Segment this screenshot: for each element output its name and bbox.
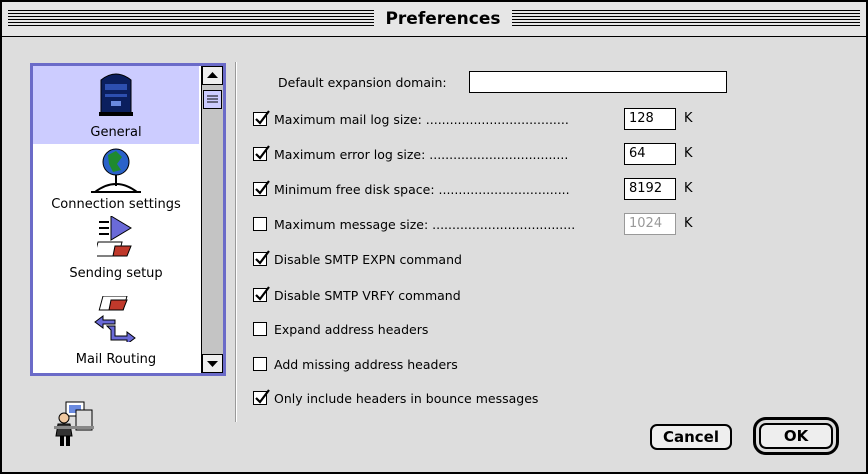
preferences-window: Preferences General Connection settings [0,0,868,474]
arrow-down-icon [207,361,218,367]
checkmark-icon [255,110,270,125]
checkmark-icon [255,250,270,265]
globe-network-icon [91,148,141,193]
max-message-size-label: Maximum message size: ..................… [274,217,576,232]
sidebar-item-mail-routing[interactable]: Mail Routing [33,292,199,373]
checkmark-icon [255,180,270,195]
sidebar-item-label: General [90,125,142,140]
bounce-headers-label: Only include headers in bounce messages [274,391,539,406]
grip-icon [207,95,218,103]
sidebar-item-connection-settings[interactable]: Connection settings [33,144,199,214]
unit-label: K [684,181,693,196]
min-free-disk-label: Minimum free disk space: ...............… [274,182,570,197]
checkmark-icon [255,286,270,301]
mail-server-app-icon [54,401,94,446]
max-mail-log-input[interactable]: 128 [624,108,676,130]
max-message-size-input: 1024 [624,213,676,235]
max-error-log-checkbox[interactable] [253,145,270,161]
scroll-up-button[interactable] [202,66,223,85]
checkmark-icon [255,145,270,160]
mailbox-icon [99,73,133,116]
expand-headers-label: Expand address headers [274,322,429,337]
ok-button[interactable]: OK [753,417,839,455]
arrow-up-icon [207,72,218,78]
title-bar[interactable]: Preferences [2,2,866,37]
sidebar-item-label: Sending setup [69,266,163,281]
disable-vrfy-checkbox[interactable] [253,286,270,302]
add-missing-headers-checkbox[interactable] [253,357,267,371]
category-list[interactable]: General Connection settings Sending setu… [30,63,226,376]
unit-label: K [684,216,693,231]
add-missing-headers-label: Add missing address headers [274,357,458,372]
disable-vrfy-label: Disable SMTP VRFY command [274,288,461,303]
routing-arrows-icon [94,296,136,342]
max-message-size-checkbox[interactable] [253,217,267,231]
scroll-down-button[interactable] [202,354,223,373]
bounce-headers-checkbox[interactable] [253,389,270,405]
max-mail-log-label: Maximum mail log size: .................… [274,112,569,127]
sidebar-item-label: Mail Routing [75,352,157,367]
sidebar-item-sending-setup[interactable]: Sending setup [33,214,199,292]
unit-label: K [684,111,693,126]
list-scrollbar[interactable] [201,66,223,373]
title-stripes-left [8,10,374,28]
max-mail-log-checkbox[interactable] [253,110,270,126]
cancel-button[interactable]: Cancel [650,424,732,450]
window-title: Preferences [375,7,511,31]
default-domain-input[interactable] [469,71,727,93]
sidebar-item-general[interactable]: General [33,66,199,144]
unit-label: K [684,146,693,161]
checkmark-icon [255,389,270,404]
sidebar-item-label: Connection settings [51,197,181,212]
max-error-log-input[interactable]: 64 [624,143,676,165]
min-free-disk-checkbox[interactable] [253,180,270,196]
title-stripes-right [512,10,860,28]
default-domain-label: Default expansion domain: [278,75,447,90]
disable-expn-label: Disable SMTP EXPN command [274,252,462,267]
min-free-disk-input[interactable]: 8192 [624,178,676,200]
scroll-thumb[interactable] [203,90,222,109]
expand-headers-checkbox[interactable] [253,322,267,336]
max-error-log-label: Maximum error log size: ................… [274,147,569,162]
disable-expn-checkbox[interactable] [253,250,270,266]
send-arrow-icon [97,216,132,257]
panel-divider [235,62,236,422]
